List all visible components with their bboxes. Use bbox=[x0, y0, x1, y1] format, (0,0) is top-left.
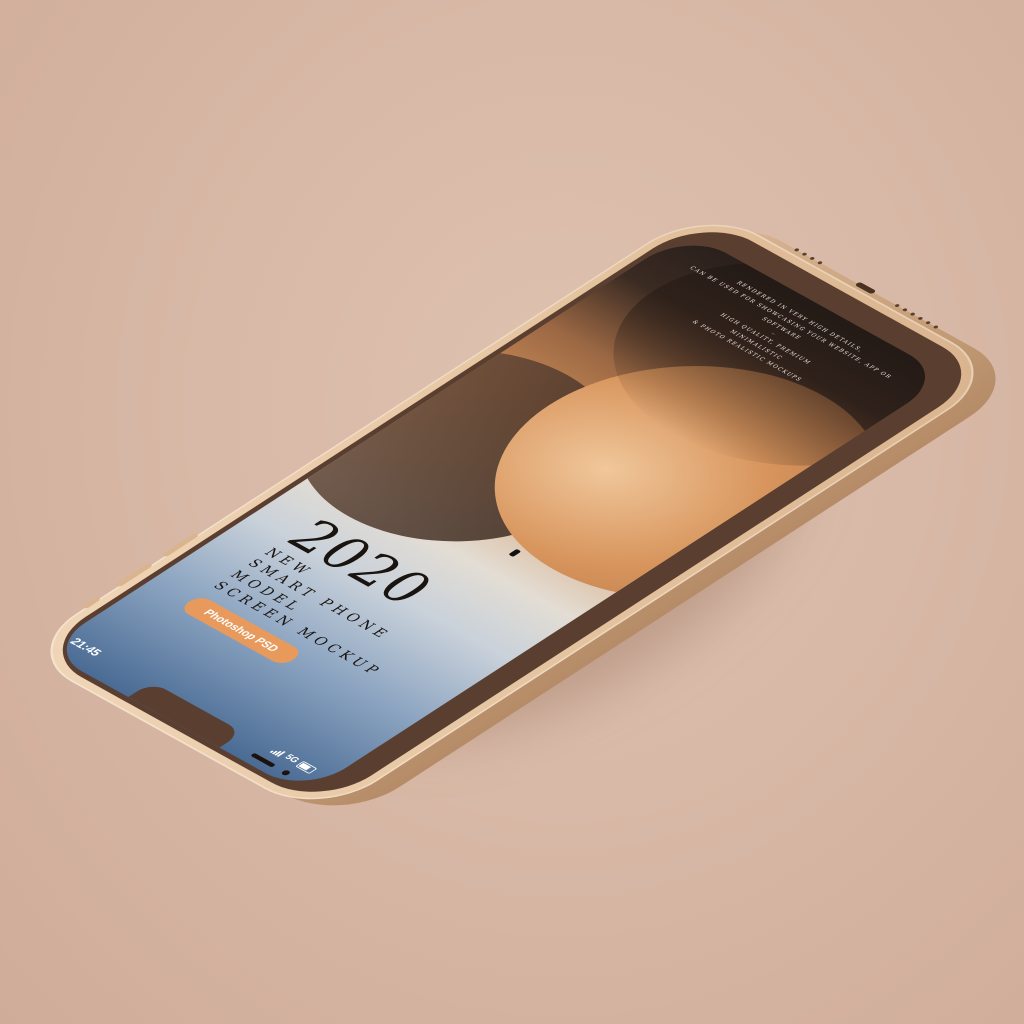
speaker-grille-dot bbox=[893, 303, 901, 308]
status-icons: 5G bbox=[269, 746, 319, 774]
speaker-grille-dot bbox=[917, 316, 924, 321]
speaker-grille-dot bbox=[901, 307, 909, 312]
mockup-scene: 21:45 5G 2020 NEW SMART PHONE MODEL SCRE… bbox=[0, 0, 1024, 1024]
person-figure bbox=[508, 548, 522, 557]
speaker-grille-dot bbox=[909, 312, 916, 317]
speaker-grille-dot bbox=[924, 320, 932, 325]
status-time: 21:45 bbox=[66, 635, 106, 659]
speaker-grille-dot bbox=[816, 260, 824, 265]
speaker-grille-dot bbox=[808, 256, 816, 261]
front-camera bbox=[280, 769, 292, 777]
speaker-grille-dot bbox=[932, 325, 940, 329]
speaker-grille-dot bbox=[793, 247, 800, 252]
battery-icon bbox=[295, 760, 319, 774]
earpiece-speaker bbox=[250, 752, 276, 768]
smartphone: 21:45 5G 2020 NEW SMART PHONE MODEL SCRE… bbox=[17, 205, 1024, 825]
speaker-grille-dot bbox=[801, 252, 808, 257]
